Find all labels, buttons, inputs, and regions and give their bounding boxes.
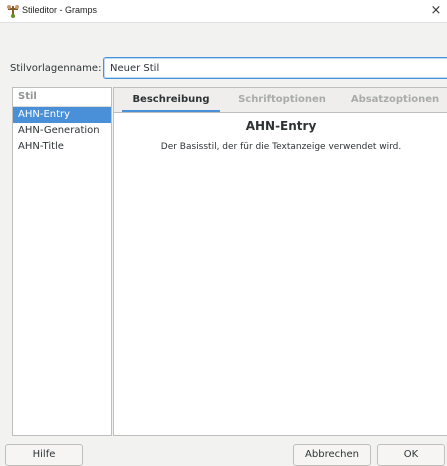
style-notebook: Beschreibung Schriftoptionen Absatzoptio…: [113, 87, 447, 436]
style-list: Stil AHN-Entry AHN-Generation AHN-Title: [12, 87, 112, 436]
cancel-button[interactable]: Abbrechen: [293, 444, 371, 466]
title-bar: Stileditor - Gramps ×: [0, 0, 447, 23]
style-list-item-ahn-title[interactable]: AHN-Title: [13, 139, 111, 155]
style-description-text: Der Basisstil, der für die Textanzeige v…: [160, 142, 402, 152]
style-description-title: AHN-Entry: [245, 119, 317, 133]
tab-beschreibung[interactable]: Beschreibung: [122, 88, 220, 112]
tab-schriftoptionen[interactable]: Schriftoptionen: [228, 88, 336, 111]
close-icon[interactable]: ×: [425, 0, 447, 22]
style-list-item-ahn-generation[interactable]: AHN-Generation: [13, 123, 111, 139]
style-name-label: Stilvorlagenname:: [10, 63, 102, 74]
gramps-tree-icon: [7, 5, 19, 18]
style-list-item-ahn-entry[interactable]: AHN-Entry: [13, 107, 111, 123]
style-list-header[interactable]: Stil: [13, 88, 111, 107]
help-button[interactable]: Hilfe: [5, 444, 83, 466]
tab-absatzoptionen[interactable]: Absatzoptionen: [342, 88, 447, 111]
style-name-input[interactable]: [103, 57, 447, 79]
window-title: Stileditor - Gramps: [22, 5, 98, 15]
tab-bar: Beschreibung Schriftoptionen Absatzoptio…: [114, 88, 447, 113]
ok-button[interactable]: OK: [377, 444, 445, 466]
